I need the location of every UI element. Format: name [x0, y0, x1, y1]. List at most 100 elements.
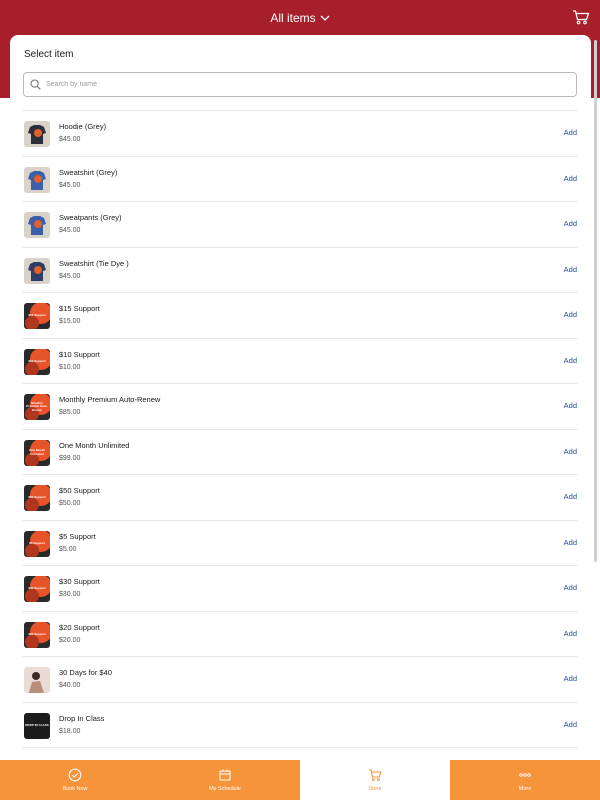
list-item[interactable]: $5 Support $5 Support $5.00 Add: [23, 521, 577, 566]
thumbnail-caption: Monthly Premium Auto-Renew: [26, 400, 48, 412]
tab-store[interactable]: Store: [300, 760, 450, 800]
item-name: Sweatpants (Grey): [59, 213, 122, 222]
add-button[interactable]: Add: [564, 356, 577, 365]
list-item[interactable]: $10 Support $10 Support $10.00 Add: [23, 339, 577, 384]
list-item[interactable]: $50 Support $50 Support $50.00 Add: [23, 475, 577, 521]
list-item[interactable]: $20 Support $20 Support $20.00 Add: [23, 612, 577, 657]
add-button[interactable]: Add: [564, 401, 577, 410]
item-price: $45.00: [59, 272, 81, 280]
search-icon: [30, 79, 41, 90]
add-button[interactable]: Add: [564, 492, 577, 501]
bottom-tab-bar: Book Now My Schedule Store More: [0, 760, 600, 800]
item-price: $30.00: [59, 591, 81, 598]
item-price: $50.00: [59, 500, 81, 507]
tab-more[interactable]: More: [450, 760, 600, 800]
item-thumbnail: $10 Support: [24, 348, 50, 375]
thumbnail-caption: DROP IN CLASS: [25, 722, 49, 727]
item-thumbnail: DROP IN CLASS: [24, 712, 50, 739]
more-dots-icon: [518, 768, 532, 782]
check-circle-icon: [68, 768, 82, 782]
item-list: Hoodie (Grey) $45.00 Add Sweatshirt (Grey) $…: [23, 110, 577, 748]
list-item[interactable]: Sweatshirt (Tie Dye ) $45.00 Add: [23, 248, 577, 293]
item-name: Sweatshirt (Tie Dye ): [59, 258, 129, 268]
tab-label: More: [518, 786, 532, 792]
item-price: $45.00: [59, 136, 81, 143]
cart-icon[interactable]: [572, 9, 590, 25]
item-thumbnail: $20 Support: [24, 621, 50, 648]
item-name: Drop In Class: [59, 713, 105, 723]
item-name: $30 Support: [59, 577, 100, 586]
cart-icon: [368, 768, 382, 782]
add-button[interactable]: Add: [564, 447, 577, 456]
thumbnail-caption: $30 Support: [28, 586, 46, 591]
chevron-down-icon: [320, 15, 330, 21]
add-button[interactable]: Add: [564, 583, 577, 592]
list-item[interactable]: $15 Support $15 Support $15.00 Add: [23, 293, 577, 339]
item-thumbnail: [24, 212, 50, 238]
item-thumbnail: $30 Support: [24, 576, 50, 602]
item-thumbnail: [24, 667, 50, 693]
tab-label: My Schedule: [209, 786, 241, 792]
search-input[interactable]: [46, 75, 566, 94]
add-button[interactable]: Add: [564, 720, 577, 729]
thumbnail-caption: $10 Support: [28, 358, 46, 363]
tab-book-now[interactable]: Book Now: [0, 760, 150, 800]
thumbnail-caption: $15 Support: [28, 313, 46, 318]
tab-label: Book Now: [62, 786, 88, 792]
item-thumbnail: Monthly Premium Auto-Renew: [24, 394, 50, 420]
thumbnail-caption: $5 Support: [29, 540, 45, 545]
tab-my-schedule[interactable]: My Schedule: [150, 760, 300, 800]
item-name: $5 Support: [59, 531, 96, 541]
add-button[interactable]: Add: [564, 265, 577, 274]
item-price: $18.00: [59, 727, 81, 735]
list-item[interactable]: $30 Support $30 Support $30.00 Add: [23, 566, 577, 612]
item-price: $20.00: [59, 636, 81, 644]
calendar-icon: [218, 768, 232, 782]
list-item[interactable]: One Month Unlimited One Month Unlimited $9…: [23, 430, 577, 475]
thumbnail-caption: $50 Support: [28, 495, 46, 500]
item-thumbnail: One Month Unlimited: [24, 439, 50, 466]
thumbnail-caption: $20 Support: [28, 631, 46, 636]
category-title: All items: [270, 11, 316, 25]
list-item[interactable]: Hoodie (Grey) $45.00 Add: [23, 111, 577, 157]
item-price: $40.00: [59, 682, 81, 689]
search-box[interactable]: [23, 72, 577, 97]
item-thumbnail: $15 Support: [24, 303, 50, 329]
item-name: $20 Support: [59, 622, 100, 632]
item-name: One Month Unlimited: [59, 440, 130, 450]
scrollbar[interactable]: [594, 40, 597, 562]
add-button[interactable]: Add: [564, 219, 577, 228]
list-item[interactable]: 30 Days for $40 $40.00 Add: [23, 657, 577, 703]
panel-title: Select item: [24, 49, 74, 60]
item-name: $50 Support: [59, 486, 100, 495]
item-name: Sweatshirt (Grey): [59, 167, 118, 177]
list-item[interactable]: Sweatpants (Grey) $45.00 Add: [23, 202, 577, 248]
add-button[interactable]: Add: [564, 174, 577, 183]
item-price: $10.00: [59, 363, 81, 371]
list-item[interactable]: DROP IN CLASS Drop In Class $18.00 Add: [23, 703, 577, 748]
item-name: $10 Support: [59, 349, 100, 359]
item-name: $15 Support: [59, 304, 100, 313]
item-name: Hoodie (Grey): [59, 122, 107, 131]
add-button[interactable]: Add: [564, 629, 577, 638]
tab-label: Store: [368, 786, 382, 792]
item-thumbnail: [24, 166, 50, 193]
add-button[interactable]: Add: [564, 128, 577, 137]
select-item-panel: Select item Hoodie (Grey)$45.00AddSweats…: [10, 35, 591, 765]
item-name: 30 Days for $40: [59, 668, 112, 677]
add-button[interactable]: Add: [564, 674, 577, 683]
add-button[interactable]: Add: [564, 538, 577, 547]
item-thumbnail: [24, 257, 50, 284]
item-price: $45.00: [59, 181, 81, 189]
category-dropdown[interactable]: All items: [0, 11, 600, 25]
item-price: $15.00: [59, 318, 81, 325]
list-item[interactable]: Sweatshirt (Grey) $45.00 Add: [23, 157, 577, 202]
add-button[interactable]: Add: [564, 310, 577, 319]
item-price: $99.00: [59, 454, 81, 462]
item-thumbnail: $5 Support: [24, 530, 50, 557]
list-item[interactable]: Monthly Premium Auto-Renew Monthly Premiu…: [23, 384, 577, 430]
item-price: $85.00: [59, 409, 81, 416]
item-thumbnail: [24, 121, 50, 147]
item-price: $45.00: [59, 227, 81, 234]
item-thumbnail: $50 Support: [24, 485, 50, 511]
